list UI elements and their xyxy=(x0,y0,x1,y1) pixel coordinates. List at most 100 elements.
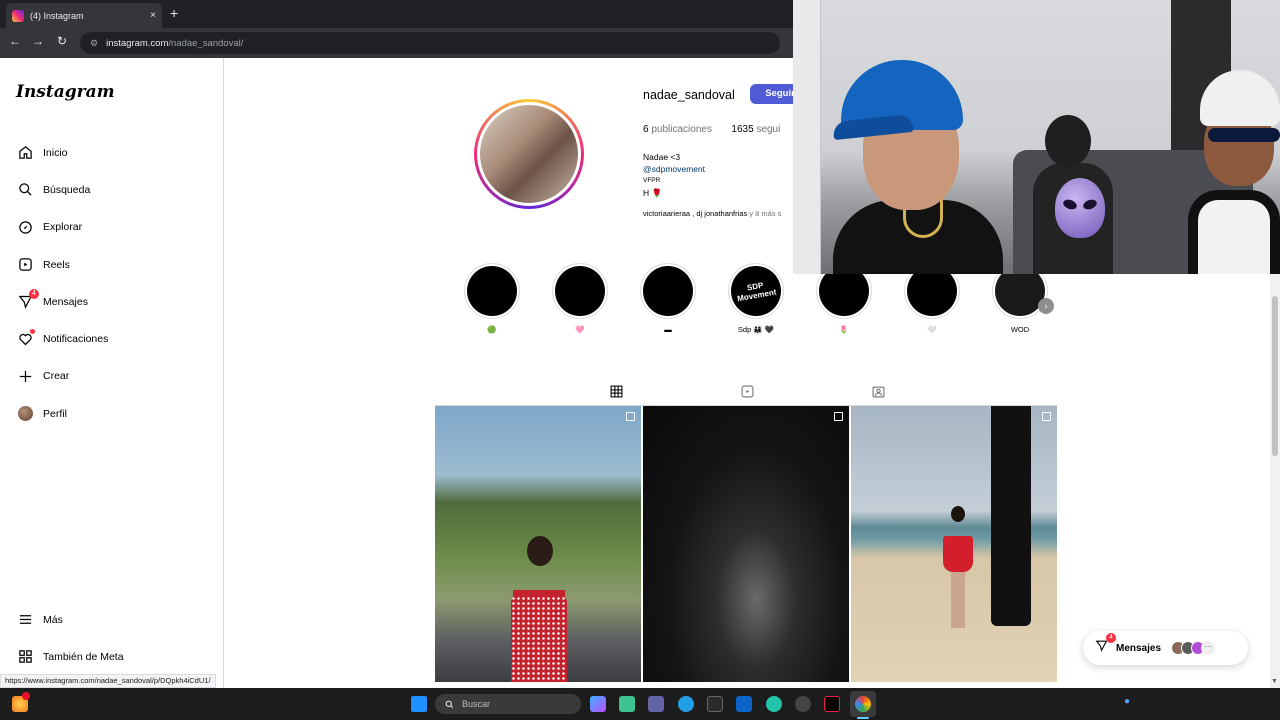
tab-posts-grid[interactable] xyxy=(595,382,637,406)
highlight-ring: SDP Movement xyxy=(727,262,785,320)
app-icon[interactable] xyxy=(707,696,723,712)
carousel-icon xyxy=(626,412,635,421)
alien-eye xyxy=(1061,197,1079,212)
sidebar-item-busqueda[interactable]: Búsqueda xyxy=(0,171,224,208)
tab-reels[interactable] xyxy=(737,382,757,400)
site-info-icon[interactable]: ⚙ xyxy=(90,38,98,49)
post-thumbnail[interactable] xyxy=(851,406,1057,682)
messages-badge: 4 xyxy=(29,288,39,299)
copilot-icon[interactable] xyxy=(590,696,606,712)
sidebar-item-label: Búsqueda xyxy=(43,183,91,196)
sidebar-item-mensajes[interactable]: 4 Mensajes xyxy=(0,283,224,320)
sidebar-bottom-nav: Más También de Meta xyxy=(0,601,224,676)
browser-tab[interactable]: (4) Instagram × xyxy=(6,3,162,28)
carousel-icon xyxy=(1042,412,1051,421)
followers-label[interactable]: segui xyxy=(756,124,780,135)
sidebar-item-meta[interactable]: También de Meta xyxy=(0,638,224,675)
sidebar-item-label: Perfil xyxy=(43,407,67,420)
search-icon xyxy=(445,700,454,708)
app-icon[interactable] xyxy=(619,696,635,712)
reload-icon[interactable]: ↻ xyxy=(54,34,70,48)
bio-mention-link[interactable]: @sdpmovement xyxy=(643,163,705,175)
scroll-down-arrow-icon[interactable]: ▼ xyxy=(1271,678,1278,685)
tagged-icon xyxy=(872,386,884,397)
post-thumbnail[interactable] xyxy=(643,406,849,682)
subject-head xyxy=(951,506,965,522)
sidebar-item-crear[interactable]: Crear xyxy=(0,358,224,395)
taskbar-search[interactable]: Buscar xyxy=(435,694,581,714)
webcam-door xyxy=(793,0,821,274)
person-sunglasses xyxy=(1208,128,1280,142)
sidebar-item-mas[interactable]: Más xyxy=(0,601,224,638)
sidebar-item-explorar[interactable]: Explorar xyxy=(0,209,224,246)
messages-pill-label: Mensajes xyxy=(1116,642,1162,654)
profile-username: nadae_sandoval xyxy=(643,88,735,102)
tiktok-icon[interactable] xyxy=(824,696,840,712)
teams-icon[interactable] xyxy=(648,696,664,712)
menu-icon xyxy=(17,612,33,628)
subject-legs xyxy=(951,572,965,628)
more-avatars-icon: ··· xyxy=(1201,641,1216,655)
notification-dot xyxy=(30,329,35,335)
webcam-person-right xyxy=(1188,70,1280,274)
new-tab-button[interactable]: + xyxy=(170,5,178,21)
forward-arrow-icon[interactable]: → xyxy=(30,34,46,48)
scrollbar-thumb[interactable] xyxy=(1272,296,1278,456)
profile-stats: 6 publicaciones 1635 segui xyxy=(643,124,780,135)
sidebar-item-label: También de Meta xyxy=(43,650,124,663)
plus-icon xyxy=(17,368,33,384)
highlight-label: ▬ xyxy=(664,325,672,334)
taskbar-notification-dot xyxy=(22,692,30,700)
grid-icon xyxy=(610,385,622,397)
instagram-favicon-icon xyxy=(12,9,24,22)
post-pillar xyxy=(991,406,1031,626)
followers-count[interactable]: 1635 xyxy=(731,124,753,135)
highlight-item[interactable]: 🩷 xyxy=(551,262,609,334)
webcam-person-left xyxy=(832,60,1003,274)
highlight-item[interactable]: 🟢 xyxy=(463,262,521,334)
sidebar-item-label: Inicio xyxy=(43,146,68,159)
post-subject xyxy=(939,506,979,636)
bio-line: H 🌹 xyxy=(643,188,663,198)
app-icon[interactable] xyxy=(766,696,782,712)
highlight-ring xyxy=(639,262,697,320)
instagram-logo[interactable]: Instagram xyxy=(16,82,115,102)
posts-grid xyxy=(435,406,1058,690)
edge-icon[interactable] xyxy=(678,696,694,712)
outlook-icon[interactable] xyxy=(736,696,752,712)
sidebar-item-label: Crear xyxy=(43,370,70,383)
microphone-icon[interactable]: ● xyxy=(1122,696,1132,712)
reels-icon xyxy=(17,257,33,273)
app-icon[interactable] xyxy=(795,696,811,712)
sidebar-item-reels[interactable]: Reels xyxy=(0,246,224,283)
messages-floating-button[interactable]: 4 Mensajes ··· xyxy=(1083,631,1248,665)
profile-picture-ring[interactable] xyxy=(474,99,584,209)
url-domain: instagram.com xyxy=(106,37,169,49)
back-arrow-icon[interactable]: ← xyxy=(7,34,23,48)
chrome-icon[interactable] xyxy=(855,696,871,712)
followed-by[interactable]: victoriaarieraa , dj jonathanfrias y 8 m… xyxy=(643,209,781,218)
link-hover-status: https://www.instagram.com/nadae_sandoval… xyxy=(0,674,216,688)
sidebar-item-notificaciones[interactable]: Notificaciones xyxy=(0,320,224,357)
bio-name: Nadae <3 xyxy=(643,152,681,162)
chevron-right-icon[interactable]: › xyxy=(1038,298,1054,314)
address-bar-url: instagram.com/nadae_sandoval/ xyxy=(106,38,243,49)
sidebar-item-label: Reels xyxy=(43,258,70,271)
home-icon xyxy=(17,145,33,161)
posts-count: 6 xyxy=(643,124,649,135)
tab-tagged[interactable] xyxy=(868,382,888,400)
post-thumbnail[interactable] xyxy=(435,406,641,682)
highlight-item[interactable]: SDP Movement Sdp 👨‍👩‍👦 🖤 xyxy=(727,262,785,334)
windows-start-icon[interactable] xyxy=(411,696,427,712)
sidebar-item-inicio[interactable]: Inicio xyxy=(0,134,224,171)
highlight-cover xyxy=(639,262,697,320)
tab-close-button[interactable]: × xyxy=(150,10,156,21)
highlight-cover xyxy=(463,262,521,320)
subject-head xyxy=(527,536,553,566)
avatar xyxy=(17,406,33,422)
subject-dress xyxy=(943,536,973,572)
address-bar[interactable]: ⚙ instagram.com/nadae_sandoval/ xyxy=(80,32,780,54)
sidebar-item-perfil[interactable]: Perfil xyxy=(0,395,224,432)
highlight-item[interactable]: ▬ xyxy=(639,262,697,334)
person-cap xyxy=(1200,70,1280,126)
